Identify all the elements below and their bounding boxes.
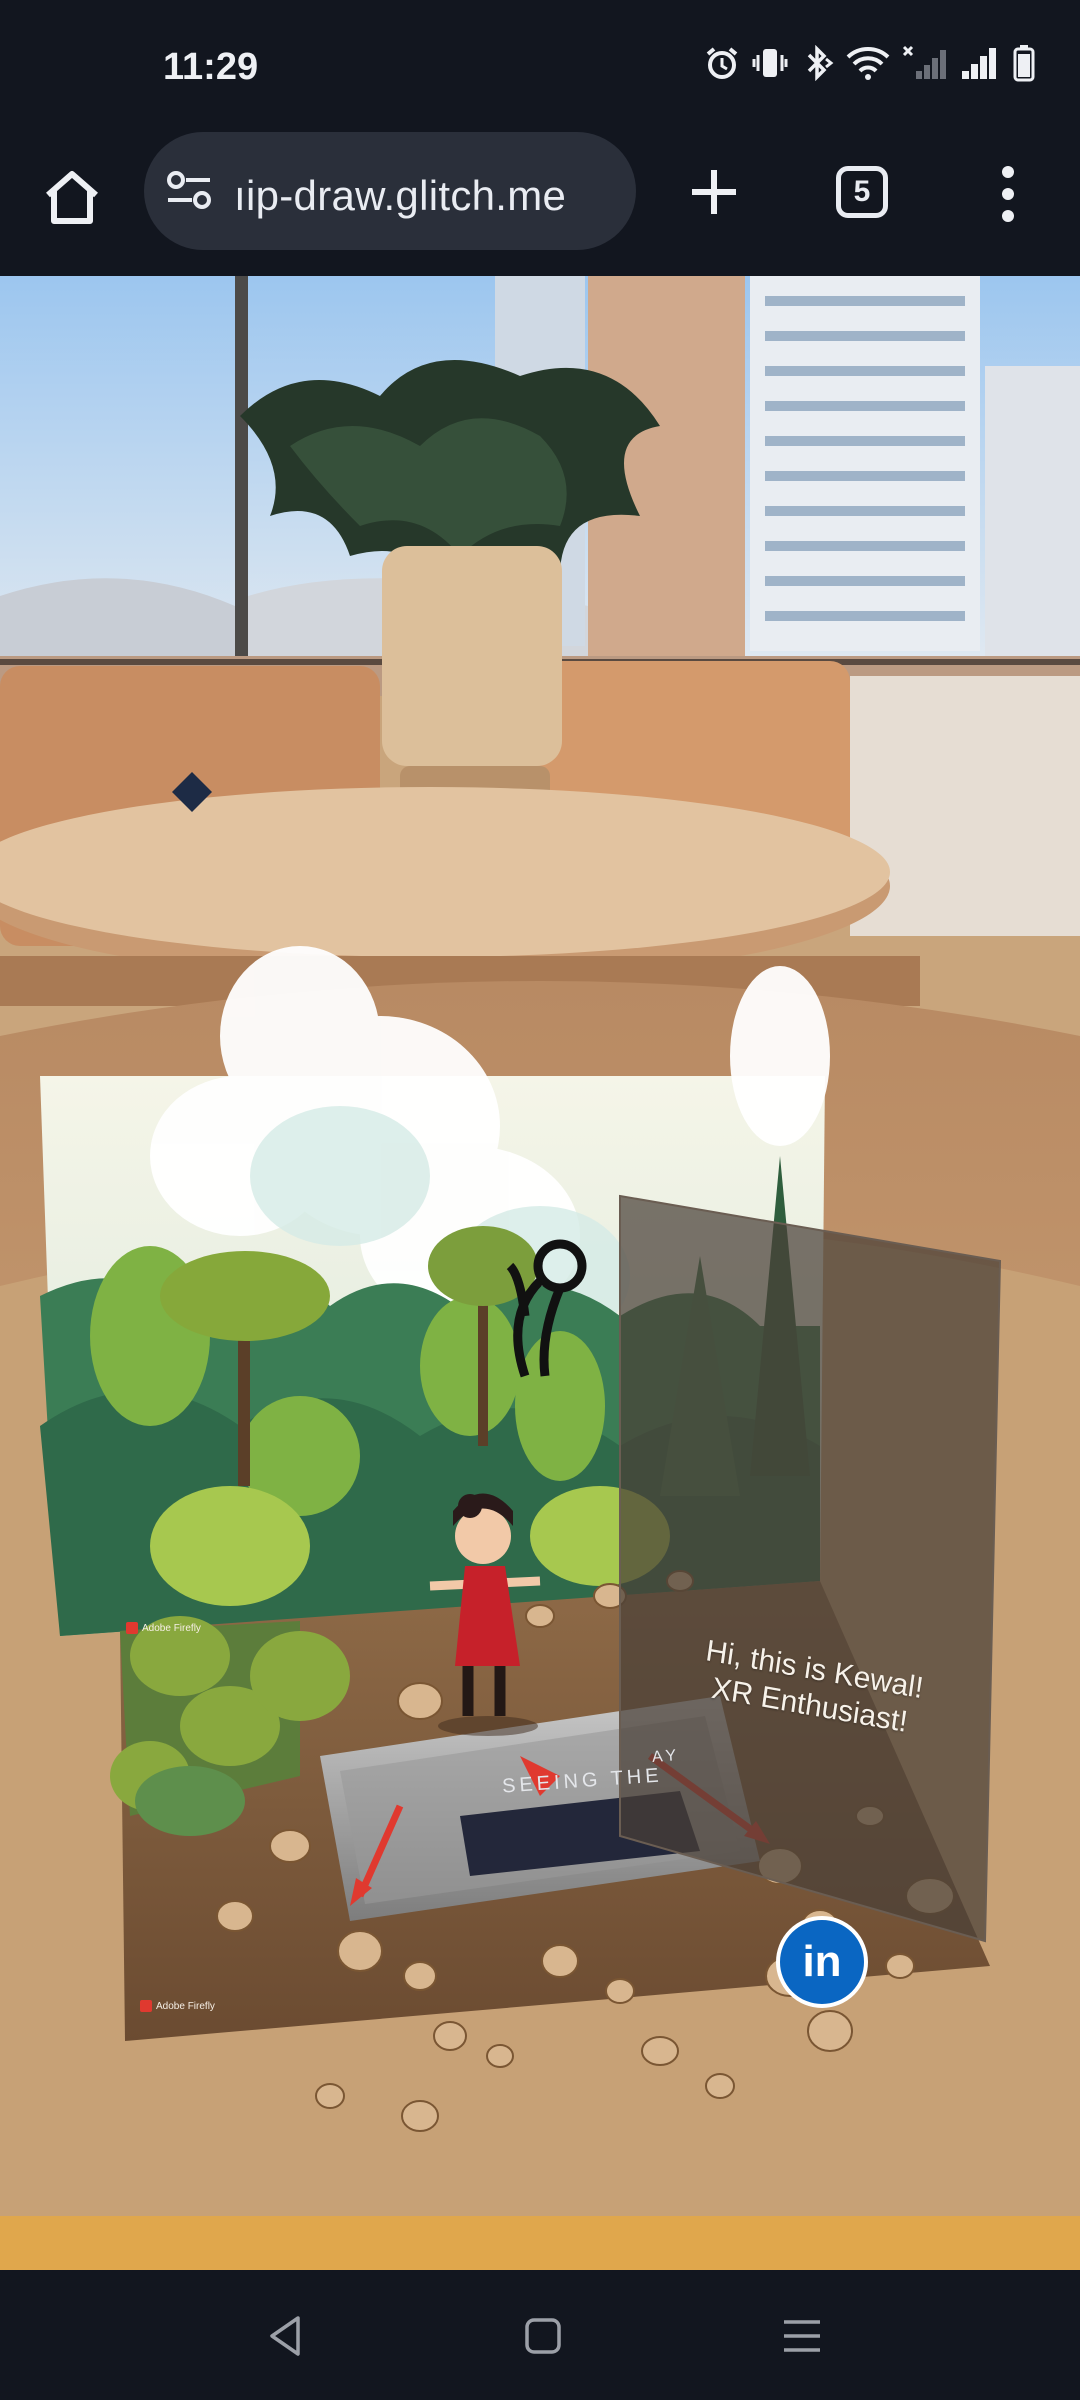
adobe-icon <box>126 1622 138 1634</box>
tab-switcher-button[interactable]: 5 <box>836 166 888 218</box>
battery-icon <box>1013 45 1035 82</box>
sign-suffix: AY <box>651 1747 681 1766</box>
browser-toolbar: ıip-draw.glitch.me 5 <box>0 128 1080 276</box>
tab-count: 5 <box>853 175 871 208</box>
ar-camera-view[interactable]: Hi, this is Kewal! XR Enthusiast! in Ado… <box>0 276 1080 2270</box>
firefly-watermark-bottom: Adobe Firefly <box>140 2000 215 2012</box>
url-bar[interactable]: ıip-draw.glitch.me <box>144 132 636 250</box>
firefly-watermark-top: Adobe Firefly <box>126 1622 201 1634</box>
linkedin-icon: in <box>802 1937 842 1986</box>
vibrate-icon <box>752 49 788 77</box>
alarm-icon <box>706 47 738 79</box>
status-icons <box>704 44 1036 82</box>
status-time: 11:29 <box>163 46 259 88</box>
home-icon <box>46 171 98 224</box>
camera-scene <box>0 276 1080 2270</box>
wifi-icon <box>846 47 890 80</box>
back-icon[interactable] <box>262 2312 310 2360</box>
site-settings-icon[interactable] <box>166 170 212 210</box>
home-button[interactable] <box>36 162 108 234</box>
url-text[interactable]: ıip-draw.glitch.me <box>234 172 624 220</box>
status-bar: 11:29 <box>0 0 1080 128</box>
signal-sim1-icon <box>902 45 946 79</box>
more-menu-icon[interactable] <box>988 164 1028 224</box>
system-nav-bar <box>0 2270 1080 2400</box>
bluetooth-icon <box>807 45 834 81</box>
signal-sim2-icon <box>962 48 996 79</box>
new-tab-icon[interactable] <box>686 164 742 220</box>
home-square-icon[interactable] <box>519 2312 567 2360</box>
linkedin-button[interactable]: in <box>776 1916 868 2008</box>
adobe-icon <box>140 2000 152 2012</box>
recents-icon[interactable] <box>778 2312 826 2360</box>
